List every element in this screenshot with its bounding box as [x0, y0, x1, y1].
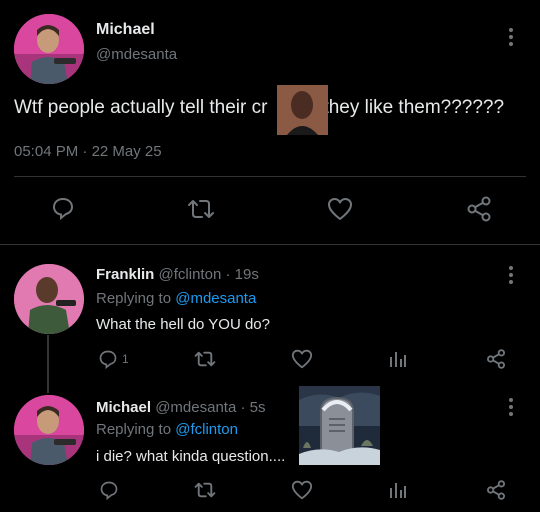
divider: [0, 244, 540, 245]
like-icon[interactable]: [325, 195, 355, 223]
stats-icon[interactable]: [387, 479, 409, 501]
replying-to: Replying to @fclinton: [96, 421, 238, 438]
share-icon[interactable]: [485, 479, 507, 501]
thread-line: [47, 335, 49, 393]
stats-icon[interactable]: [387, 348, 409, 370]
tweet-text-part: Wtf people actually tell their cr: [14, 97, 268, 118]
reply-author-avatar[interactable]: [14, 395, 84, 465]
reply-icon[interactable]: [97, 348, 119, 370]
like-icon[interactable]: [290, 348, 314, 370]
reply-author-name[interactable]: Michael: [96, 399, 151, 416]
replying-to-handle[interactable]: @mdesanta: [175, 290, 256, 307]
reply-separator: ·: [225, 266, 231, 283]
main-author-handle[interactable]: @mdesanta: [96, 46, 177, 63]
reply-separator: ·: [240, 399, 246, 416]
reply-age: 5s: [249, 399, 266, 416]
replying-to-prefix: Replying to: [96, 290, 172, 307]
reply-header: Franklin @fclinton · 19s: [96, 266, 259, 283]
main-author-avatar[interactable]: [14, 14, 84, 84]
reply-text: What the hell do YOU do?: [96, 316, 270, 333]
reply-author-handle[interactable]: @fclinton: [159, 266, 222, 283]
reply-header: Michael @mdesanta · 5s: [96, 399, 266, 416]
retweet-icon[interactable]: [193, 349, 217, 369]
more-vertical-icon[interactable]: [502, 264, 520, 286]
main-tweet-date: 22 May 25: [91, 143, 162, 160]
tombstone-sticker-image: [299, 386, 380, 465]
retweet-icon[interactable]: [193, 480, 217, 500]
more-vertical-icon[interactable]: [502, 396, 520, 418]
share-icon[interactable]: [485, 348, 507, 370]
reply-icon[interactable]: [49, 194, 77, 222]
reply-text: i die? what kinda question....: [96, 448, 286, 465]
replying-to-prefix: Replying to: [96, 421, 172, 438]
main-tweet-timestamp: 05:04 PM · 22 May 25: [14, 143, 162, 160]
replying-to-handle[interactable]: @fclinton: [175, 421, 238, 438]
reply-author-name[interactable]: Franklin: [96, 266, 154, 283]
replying-to: Replying to @mdesanta: [96, 290, 256, 307]
reply-count: 1: [122, 352, 129, 366]
reply-author-handle[interactable]: @mdesanta: [155, 399, 236, 416]
retweet-icon[interactable]: [186, 196, 216, 222]
share-icon[interactable]: [465, 195, 493, 223]
main-tweet-time: 05:04 PM: [14, 143, 79, 160]
tweet-text-part: es they like them??????: [298, 97, 505, 118]
divider: [14, 176, 526, 177]
face-sticker-image: [277, 85, 328, 135]
reply-icon[interactable]: [98, 479, 120, 501]
more-vertical-icon[interactable]: [502, 26, 520, 48]
main-tweet-text: Wtf people actually tell their crushes t…: [14, 97, 504, 119]
main-author-name[interactable]: Michael: [96, 21, 155, 39]
timestamp-separator: ·: [82, 143, 88, 160]
reply-author-avatar[interactable]: [14, 264, 84, 334]
reply-age: 19s: [234, 266, 259, 283]
like-icon[interactable]: [290, 479, 314, 501]
